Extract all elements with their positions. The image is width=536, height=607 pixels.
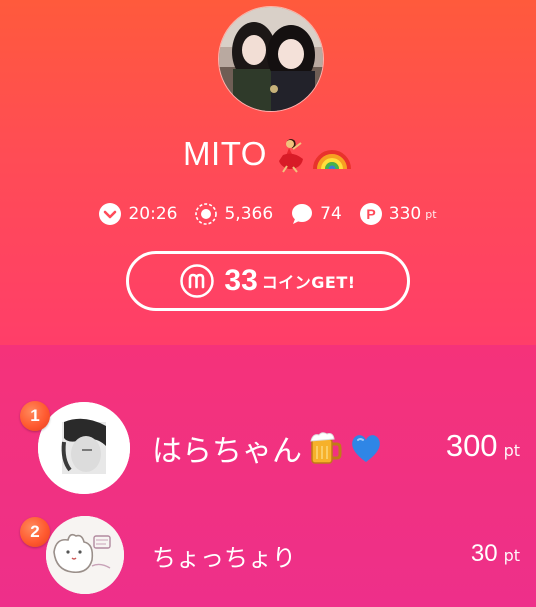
- blue-heart-icon: [352, 435, 380, 462]
- beer-mug-icon: [310, 432, 342, 464]
- ranker-name-group: はらちゃん: [152, 426, 384, 470]
- comment-bubble-icon: [292, 204, 313, 224]
- ranker-avatar[interactable]: [38, 402, 130, 494]
- ranker-avatar-photo: [38, 402, 130, 494]
- profile-screen: MITO 20:26 5,366 74 P 330 pt 33 コインGET! …: [0, 0, 536, 607]
- rank-badge: 2: [20, 517, 50, 547]
- svg-text:P: P: [366, 206, 375, 222]
- ranker-points-value: 300: [445, 428, 498, 463]
- get-coins-button[interactable]: 33 コインGET!: [126, 251, 410, 311]
- stat-points: P 330 pt: [359, 203, 437, 225]
- stat-views: 5,366: [195, 203, 273, 225]
- ranker-points: 30 pt: [471, 540, 520, 568]
- profile-avatar-photo: [219, 7, 323, 111]
- profile-name-row: MITO: [0, 132, 536, 176]
- coin-suffix: コインGET!: [261, 273, 356, 292]
- coin-icon: [180, 264, 215, 298]
- ranker-name: ちょっちょり: [152, 544, 296, 572]
- ranker-name-group: ちょっちょり: [152, 538, 296, 573]
- profile-stats: 20:26 5,366 74 P 330 pt: [0, 198, 536, 230]
- ranker-points-unit: pt: [503, 546, 520, 565]
- stat-points-unit: pt: [425, 207, 437, 221]
- stat-time: 20:26: [99, 203, 177, 225]
- rainbow-emoji-icon: [312, 150, 351, 170]
- profile-name: MITO: [183, 135, 267, 172]
- rank-badge: 1: [20, 401, 50, 431]
- coin-count: 33: [224, 264, 258, 297]
- stat-time-value: 20:26: [128, 204, 178, 224]
- view-count-icon: [195, 203, 218, 225]
- ranker-avatar-photo: [46, 516, 124, 594]
- ranking-row[interactable]: 2 ちょっちょり 30 pt: [0, 516, 536, 596]
- ranker-avatar[interactable]: [46, 516, 124, 594]
- stat-points-value: 330: [388, 204, 422, 224]
- stat-views-value: 5,366: [224, 204, 274, 224]
- stat-comments-value: 74: [320, 204, 342, 224]
- ranker-points-value: 30: [470, 540, 498, 567]
- profile-header: MITO 20:26 5,366 74 P 330 pt 33 コインGET!: [0, 0, 536, 345]
- profile-avatar[interactable]: [218, 6, 324, 112]
- points-icon: P: [359, 203, 382, 225]
- ranker-name: はらちゃん: [152, 434, 302, 469]
- ranker-points: 300 pt: [446, 428, 520, 464]
- chevron-down-circle-icon: [99, 203, 122, 225]
- stat-comments: 74: [291, 203, 342, 225]
- ranking-list: 1 はらちゃん 300 pt 2 ちょっちょり 30 pt: [0, 345, 536, 607]
- ranking-row[interactable]: 1 はらちゃん 300 pt: [0, 400, 536, 494]
- dancer-emoji-icon: [278, 139, 303, 173]
- ranker-points-unit: pt: [503, 441, 520, 460]
